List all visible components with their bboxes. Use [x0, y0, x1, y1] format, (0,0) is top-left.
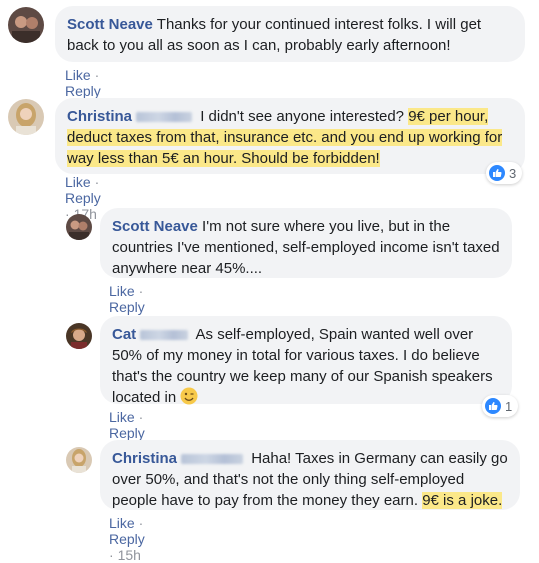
comment-bubble: Christina Haha! Taxes in Germany can eas… — [100, 440, 520, 510]
highlighted-text: 9€ is a joke. — [422, 492, 503, 509]
like-link[interactable]: Like — [109, 283, 135, 299]
separator: · — [138, 515, 144, 531]
author-name[interactable]: Christina — [112, 450, 177, 467]
comment-bubble: Scott Neave Thanks for your continued in… — [55, 6, 525, 62]
comment-actions: Like · Reply · 15h — [109, 515, 145, 563]
separator: · — [94, 174, 100, 190]
avatar[interactable] — [66, 323, 92, 349]
comment-bubble: Cat As self-employed, Spain wanted well … — [100, 316, 512, 406]
author-name[interactable]: Scott Neave — [67, 16, 153, 33]
separator: · — [94, 67, 100, 83]
reaction-number: 1 — [505, 398, 513, 414]
reaction-number: 3 — [509, 165, 517, 181]
author-name[interactable]: Scott Neave — [112, 218, 198, 235]
blurred-surname — [140, 330, 189, 341]
like-link[interactable]: Like — [65, 67, 91, 83]
comment-bubble: Scott Neave I'm not sure where you live,… — [100, 208, 512, 278]
separator: · — [138, 283, 144, 299]
timestamp[interactable]: 15h — [118, 547, 141, 563]
thumbs-up-icon — [485, 398, 501, 414]
comment-bubble: Christina I didn't see anyone interested… — [55, 98, 525, 174]
like-link[interactable]: Like — [65, 174, 91, 190]
avatar[interactable] — [66, 447, 92, 473]
reaction-count[interactable]: 3 — [486, 162, 523, 184]
reply-link[interactable]: Reply — [109, 531, 145, 547]
wink-smile-emoji — [180, 387, 198, 405]
like-link[interactable]: Like — [109, 409, 135, 425]
blurred-surname — [181, 454, 244, 465]
like-link[interactable]: Like — [109, 515, 135, 531]
thumbs-up-icon — [489, 165, 505, 181]
separator: · — [109, 547, 114, 563]
avatar[interactable] — [66, 214, 92, 240]
blurred-surname — [136, 112, 193, 123]
reply-link[interactable]: Reply — [65, 190, 101, 206]
reply-link[interactable]: Reply — [109, 299, 145, 315]
author-name[interactable]: Christina — [67, 108, 132, 125]
avatar[interactable] — [8, 7, 44, 43]
author-name[interactable]: Cat — [112, 326, 136, 343]
reply-link[interactable]: Reply — [109, 425, 145, 441]
separator: · — [138, 409, 144, 425]
reply-link[interactable]: Reply — [65, 83, 101, 99]
reaction-count[interactable]: 1 — [482, 395, 519, 417]
comment-text: I didn't see anyone interested? — [200, 108, 405, 125]
avatar[interactable] — [8, 99, 44, 135]
